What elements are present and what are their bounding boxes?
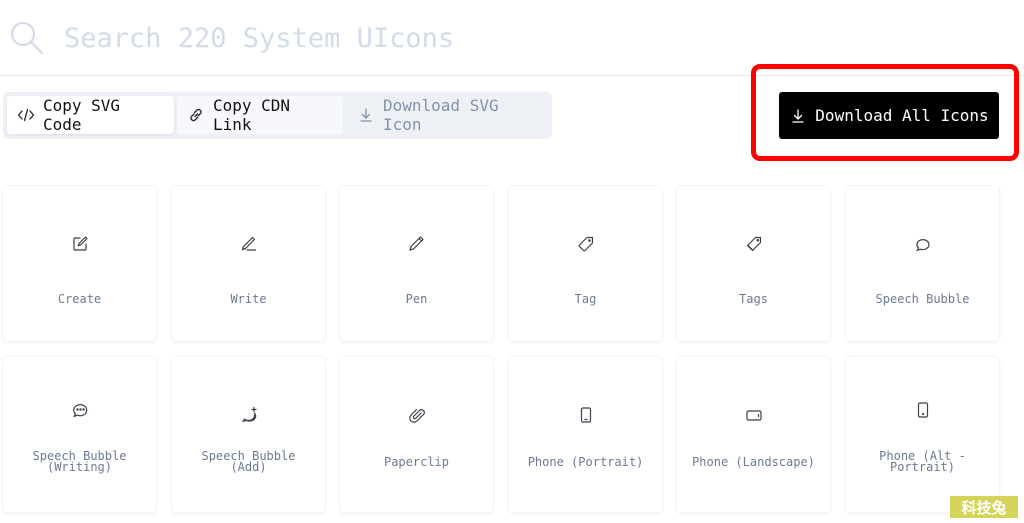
icon-card-speech-bubble-writing[interactable]: Speech Bubble (Writing)	[3, 357, 156, 512]
copy-svg-code-label: Copy SVG Code	[43, 96, 121, 134]
copy-svg-code-button[interactable]: Copy SVG Code	[7, 96, 174, 134]
watermark-badge: 科技兔	[950, 496, 1018, 518]
copy-cdn-link-button[interactable]: Copy CDN Link	[177, 96, 343, 134]
icon-label: Tags	[739, 291, 768, 306]
phone-alt-portrait-icon	[913, 400, 933, 420]
download-icon	[789, 107, 807, 125]
icon-card-tag[interactable]: Tag	[509, 186, 662, 341]
icon-card-speech-bubble[interactable]: Speech Bubble	[846, 186, 999, 341]
icon-label: Speech Bubble (Add)	[201, 449, 296, 474]
pen-icon	[407, 234, 427, 254]
code-icon	[17, 106, 35, 124]
search-icon	[9, 20, 45, 56]
icon-label: Write	[230, 291, 267, 306]
tag-icon	[576, 234, 596, 254]
copy-cdn-link-label: Copy CDN Link	[213, 96, 291, 134]
download-all-icons-button[interactable]: Download All Icons	[779, 92, 999, 139]
icon-card-phone-landscape[interactable]: Phone (Landscape)	[677, 357, 830, 512]
icon-label: Phone (Landscape)	[692, 454, 815, 469]
icon-card-write[interactable]: Write	[172, 186, 325, 341]
icon-label: Create	[57, 291, 102, 306]
icon-label: Phone (Portrait)	[527, 454, 644, 469]
icon-label: Speech Bubble	[875, 291, 970, 306]
phone-portrait-icon	[576, 405, 596, 425]
icon-label: Pen	[405, 291, 428, 306]
speech-bubble-icon	[913, 234, 933, 254]
icon-card-create[interactable]: Create	[3, 186, 156, 341]
speech-bubble-add-icon	[239, 405, 259, 425]
download-svg-icon-label: Download SVG Icon	[383, 96, 499, 134]
speech-bubble-writing-icon	[70, 400, 90, 420]
icon-label: Tag	[574, 291, 597, 306]
download-all-icons-label: Download All Icons	[815, 106, 989, 125]
icon-label: Phone (Alt - Portrait)	[879, 449, 966, 474]
icon-card-phone-portrait[interactable]: Phone (Portrait)	[509, 357, 662, 512]
icon-label: Speech Bubble (Writing)	[32, 449, 127, 474]
download-icon	[357, 106, 375, 124]
icon-card-phone-alt-portrait[interactable]: Phone (Alt - Portrait)	[846, 357, 999, 512]
icon-card-tags[interactable]: Tags	[677, 186, 830, 341]
write-icon	[239, 234, 259, 254]
icon-card-speech-bubble-add[interactable]: Speech Bubble (Add)	[172, 357, 325, 512]
download-svg-icon-button[interactable]: Download SVG Icon	[347, 96, 552, 134]
link-icon	[187, 106, 205, 124]
search-input[interactable]	[64, 14, 764, 62]
icon-card-pen[interactable]: Pen	[340, 186, 493, 341]
tags-icon	[744, 234, 764, 254]
paperclip-icon	[407, 405, 427, 425]
create-icon	[70, 234, 90, 254]
icon-label: Paperclip	[383, 454, 450, 469]
phone-landscape-icon	[744, 405, 764, 425]
icon-action-toolbar: Copy SVG Code Copy CDN Link Download SVG…	[3, 92, 552, 139]
icon-card-paperclip[interactable]: Paperclip	[340, 357, 493, 512]
